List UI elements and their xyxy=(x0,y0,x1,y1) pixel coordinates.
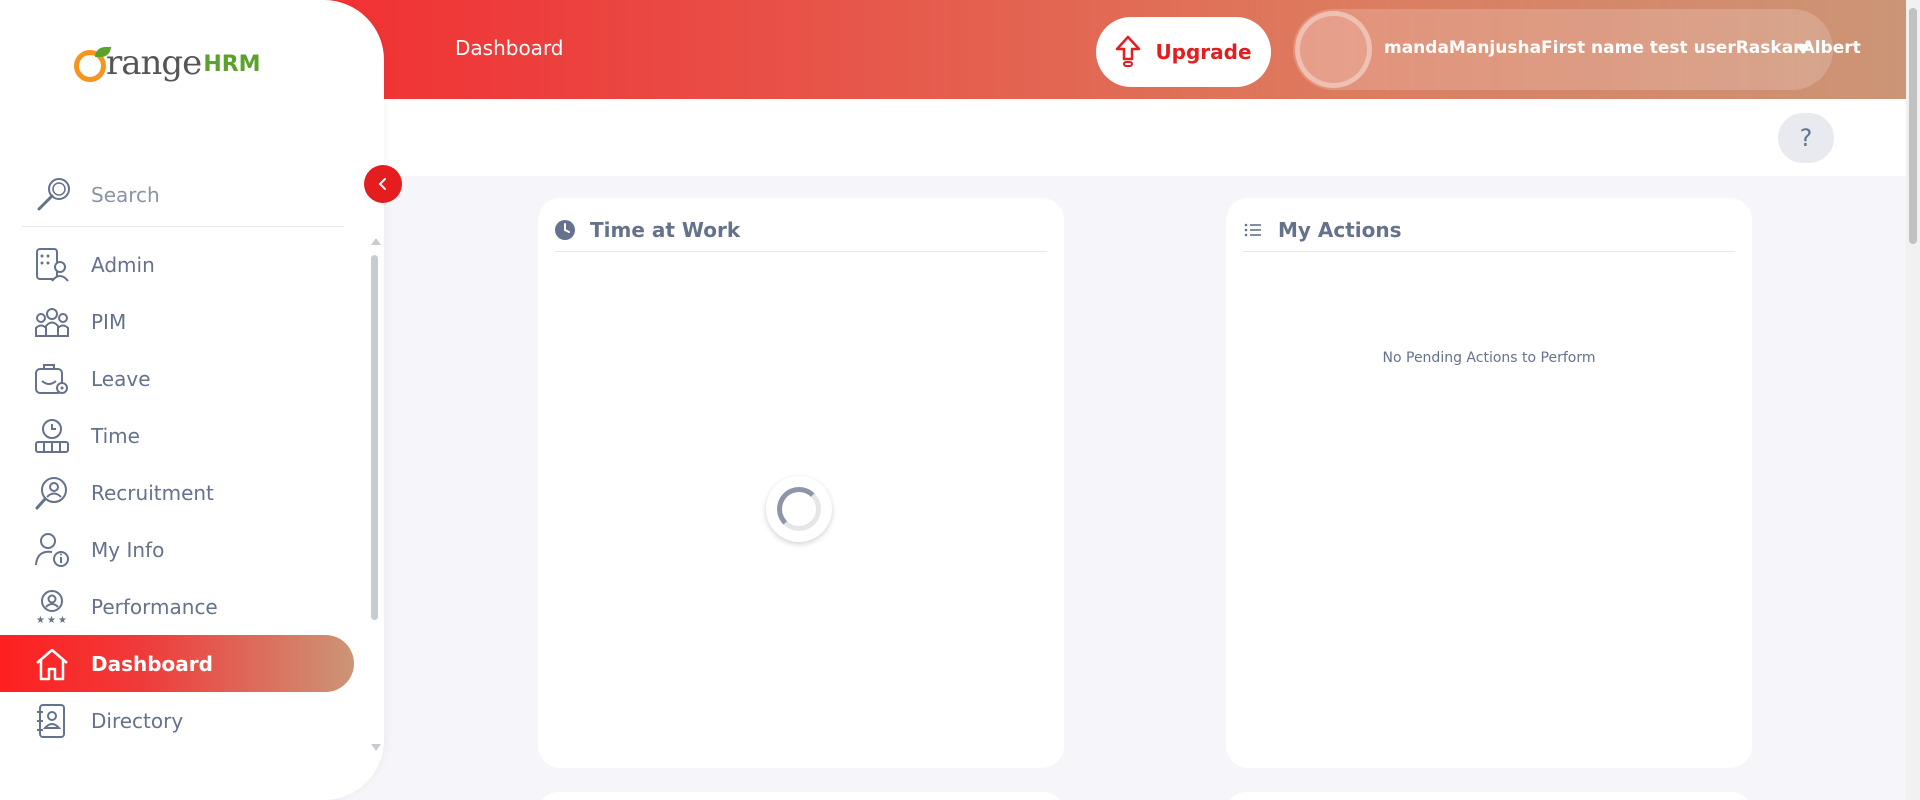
pim-icon xyxy=(34,304,70,340)
list-icon xyxy=(1244,223,1261,237)
loading-spinner xyxy=(766,476,832,542)
recruitment-icon xyxy=(34,475,70,511)
sidebar-scrollbar[interactable] xyxy=(371,255,378,620)
sidebar-item-my-info[interactable]: My Info xyxy=(0,521,354,578)
sidebar-search[interactable]: Search xyxy=(34,163,344,227)
widget-title: My Actions xyxy=(1278,218,1402,242)
widget-title: Time at Work xyxy=(590,218,741,242)
time-icon xyxy=(34,418,70,454)
sidebar-item-time[interactable]: Time xyxy=(0,407,354,464)
clock-icon xyxy=(555,220,575,240)
upgrade-label: Upgrade xyxy=(1155,40,1252,64)
svg-text:★: ★ xyxy=(58,615,67,625)
sidebar-item-pim[interactable]: PIM xyxy=(0,293,354,350)
directory-icon xyxy=(34,703,70,739)
sub-header xyxy=(383,99,1906,176)
svg-text:★: ★ xyxy=(47,615,56,625)
chevron-down-icon[interactable] xyxy=(1795,44,1811,54)
admin-icon xyxy=(34,247,70,283)
my-actions-widget: My Actions No Pending Actions to Perform xyxy=(1226,198,1752,768)
sidebar-item-dashboard[interactable]: Dashboard xyxy=(0,635,354,692)
chevron-left-icon xyxy=(378,178,386,190)
sidebar-scroll-up[interactable] xyxy=(371,238,381,245)
sidebar-item-label: My Info xyxy=(91,537,165,562)
sidebar-item-label: PIM xyxy=(91,309,127,334)
help-button[interactable]: ? xyxy=(1778,113,1834,163)
search-icon xyxy=(37,178,70,211)
widget-card xyxy=(538,792,1064,800)
logo-text-brand: HRM xyxy=(203,52,261,77)
orangehrm-logo[interactable]: range HRM xyxy=(74,43,261,83)
avatar[interactable] xyxy=(1295,11,1372,88)
logo-text-main: range xyxy=(106,43,202,83)
sidebar-item-leave[interactable]: Leave xyxy=(0,350,354,407)
sidebar-item-label: Recruitment xyxy=(91,480,214,505)
orange-logo-icon xyxy=(74,47,111,82)
empty-state-text: No Pending Actions to Perform xyxy=(1382,350,1596,366)
sidebar-item-recruitment[interactable]: Recruitment xyxy=(0,464,354,521)
divider xyxy=(555,251,1047,252)
sidebar-item-directory[interactable]: Directory xyxy=(0,692,354,749)
user-name[interactable]: mandaManjushaFirst name test userRaskarA… xyxy=(1384,38,1861,58)
my-info-icon xyxy=(34,532,70,568)
sidebar-item-label: Performance xyxy=(91,594,218,619)
leave-icon xyxy=(34,361,70,397)
sidebar-item-label: Leave xyxy=(91,366,151,391)
sidebar-item-admin[interactable]: Admin xyxy=(0,236,354,293)
collapse-sidebar-button[interactable] xyxy=(364,165,402,203)
sidebar: range HRM Search Admin PIM Leave Time Re… xyxy=(0,0,384,800)
divider xyxy=(22,226,344,227)
sidebar-item-label: Time xyxy=(91,423,140,448)
user-dropdown[interactable]: mandaManjushaFirst name test userRaskarA… xyxy=(1293,9,1861,90)
dashboard-icon xyxy=(34,646,70,682)
performance-icon: ★ ★ ★ xyxy=(34,589,70,625)
sidebar-scroll-down[interactable] xyxy=(371,744,381,751)
sidebar-item-performance[interactable]: ★ ★ ★ Performance xyxy=(0,578,354,635)
sidebar-item-label: Admin xyxy=(91,252,155,277)
upgrade-arrow-icon xyxy=(1116,35,1141,67)
svg-text:★: ★ xyxy=(36,615,45,625)
search-input[interactable]: Search xyxy=(91,183,160,207)
page-scrollbar[interactable] xyxy=(1909,8,1917,244)
sidebar-item-label: Directory xyxy=(91,708,184,733)
divider xyxy=(1243,251,1735,252)
time-at-work-widget: Time at Work xyxy=(538,198,1064,768)
page-title: Dashboard xyxy=(455,36,564,60)
widget-card xyxy=(1226,792,1752,800)
upgrade-button[interactable]: Upgrade xyxy=(1096,17,1271,87)
main-menu: Admin PIM Leave Time Recruitment My Info… xyxy=(0,236,354,749)
sidebar-item-label: Dashboard xyxy=(91,651,213,676)
